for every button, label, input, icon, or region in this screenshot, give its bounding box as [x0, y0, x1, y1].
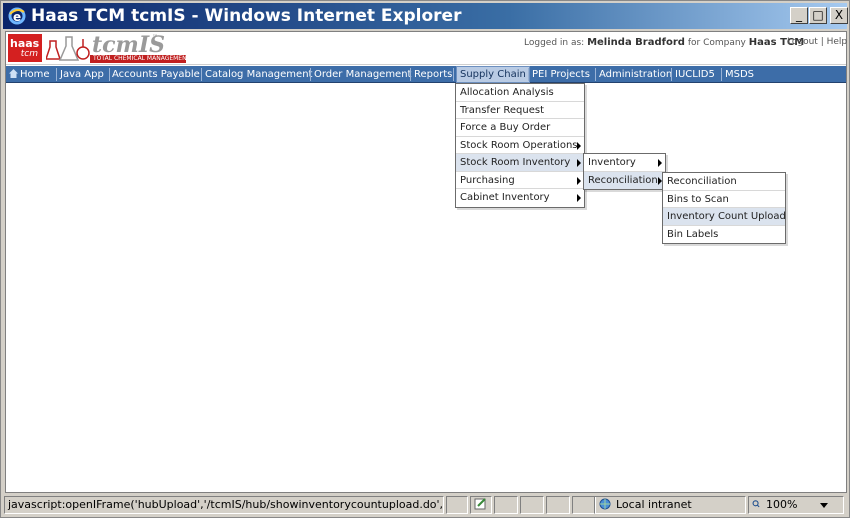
menu-item-purchasing[interactable]: Purchasing	[456, 172, 584, 189]
status-slot	[520, 496, 544, 514]
zoom-dropdown-icon[interactable]	[820, 503, 828, 508]
stock-room-inventory-menu: Inventory Reconciliation	[583, 153, 666, 190]
zoom-control[interactable]: 100%	[748, 496, 844, 514]
status-slot	[494, 496, 518, 514]
nav-separator	[410, 68, 411, 81]
nav-catalog-management[interactable]: Catalog Management	[205, 66, 312, 83]
nav-separator	[453, 68, 454, 81]
nav-order-management[interactable]: Order Management	[314, 66, 411, 83]
zone-label: Local intranet	[616, 498, 692, 511]
close-button[interactable]: X	[830, 7, 848, 24]
home-icon	[9, 69, 18, 78]
brand-tagline: TOTAL CHEMICAL MANAGEMENT	[90, 55, 190, 63]
nav-separator	[721, 68, 722, 81]
header-links: Logout | Help	[787, 37, 847, 47]
window-title: Haas TCM tcmIS - Windows Internet Explor…	[31, 6, 462, 26]
menu-item-bin-labels[interactable]: Bin Labels	[663, 226, 785, 244]
status-popup-slot[interactable]	[470, 496, 492, 514]
menu-item-label: Inventory	[588, 157, 636, 168]
user-name: Melinda Bradford	[587, 37, 685, 48]
status-url: javascript:openIFrame('hubUpload','/tcmI…	[4, 496, 444, 514]
submenu-arrow-icon	[658, 159, 662, 167]
logout-link[interactable]: Logout	[787, 37, 818, 47]
main-nav: Home Java App Accounts Payable Catalog M…	[6, 66, 846, 83]
supply-chain-menu: Allocation Analysis Transfer Request For…	[455, 83, 585, 208]
nav-separator	[201, 68, 202, 81]
menu-item-label: Stock Room Operations	[460, 139, 578, 151]
link-separator: |	[820, 37, 824, 47]
reconciliation-menu: Reconciliation Bins to Scan Inventory Co…	[662, 172, 786, 244]
browser-window: e Haas TCM tcmIS - Windows Internet Expl…	[0, 0, 850, 518]
status-zone[interactable]: Local intranet	[594, 496, 746, 514]
status-slot	[446, 496, 468, 514]
status-bar: javascript:openIFrame('hubUpload','/tcmI…	[3, 495, 847, 515]
app-header: haas tcm tcmIS ™ TOTAL CHEMICAL MANAGEME…	[6, 32, 847, 65]
status-slot	[546, 496, 570, 514]
nav-java-app[interactable]: Java App	[60, 66, 104, 83]
login-info: Logged in as: Melinda Bradford for Compa…	[524, 37, 804, 48]
submenu-arrow-icon	[577, 176, 581, 185]
menu-item-inventory-count-upload[interactable]: Inventory Count Upload	[663, 208, 786, 226]
menu-item-label: Cabinet Inventory	[460, 192, 550, 203]
menu-item-stock-room-inventory[interactable]: Stock Room Inventory	[456, 154, 584, 172]
minimize-button[interactable]: _	[790, 7, 808, 24]
nav-iuclid5[interactable]: IUCLID5	[675, 66, 715, 83]
menu-item-reconciliation[interactable]: Reconciliation	[584, 171, 665, 189]
nav-msds[interactable]: MSDS	[725, 66, 754, 83]
menu-item-bins-to-scan[interactable]: Bins to Scan	[663, 191, 785, 208]
zoom-icon	[752, 500, 760, 508]
nav-administration[interactable]: Administration	[599, 66, 672, 83]
status-slot	[572, 496, 596, 514]
logo-subtext: tcm	[20, 49, 38, 59]
nav-separator	[310, 68, 311, 81]
submenu-arrow-icon	[577, 194, 581, 202]
menu-item-stock-room-operations[interactable]: Stock Room Operations	[456, 137, 584, 154]
logged-in-label: Logged in as:	[524, 38, 585, 48]
menu-item-label: Reconciliation	[588, 174, 658, 186]
menu-item-inventory[interactable]: Inventory	[584, 154, 665, 172]
menu-item-transfer-request[interactable]: Transfer Request	[456, 102, 584, 119]
svg-text:e: e	[13, 10, 21, 24]
haas-logo[interactable]: haas tcm	[8, 34, 42, 62]
company-label: for Company	[687, 38, 746, 48]
zoom-level: 100%	[766, 498, 798, 511]
nav-accounts-payable[interactable]: Accounts Payable	[112, 66, 200, 83]
nav-pei-projects[interactable]: PEI Projects	[532, 66, 590, 83]
page-content: haas tcm tcmIS ™ TOTAL CHEMICAL MANAGEME…	[5, 31, 847, 493]
title-bar[interactable]: e Haas TCM tcmIS - Windows Internet Expl…	[3, 3, 848, 29]
flasks-logo-icon	[46, 36, 90, 61]
intranet-globe-icon	[599, 498, 611, 510]
menu-item-cabinet-inventory[interactable]: Cabinet Inventory	[456, 189, 584, 207]
ie-logo-icon: e	[8, 7, 26, 25]
maximize-button[interactable]: □	[809, 7, 827, 24]
submenu-arrow-icon	[577, 159, 581, 167]
menu-item-label: Purchasing	[460, 174, 515, 186]
brand-trademark: ™	[152, 34, 158, 41]
menu-item-label: Stock Room Inventory	[460, 157, 571, 168]
help-link[interactable]: Help	[827, 37, 848, 47]
nav-separator	[595, 68, 596, 81]
page-edit-icon	[474, 498, 486, 510]
nav-reports[interactable]: Reports	[414, 66, 452, 83]
nav-label: Home	[20, 69, 50, 80]
nav-supply-chain[interactable]: Supply Chain	[456, 66, 530, 83]
menu-item-force-buy-order[interactable]: Force a Buy Order	[456, 119, 584, 137]
nav-separator	[109, 68, 110, 81]
menu-item-reconciliation-page[interactable]: Reconciliation	[663, 173, 785, 191]
nav-separator	[671, 68, 672, 81]
nav-home[interactable]: Home	[9, 66, 50, 83]
nav-separator	[56, 68, 57, 81]
nav-separator	[528, 68, 529, 81]
submenu-arrow-icon	[577, 141, 581, 150]
menu-item-allocation-analysis[interactable]: Allocation Analysis	[456, 84, 584, 102]
